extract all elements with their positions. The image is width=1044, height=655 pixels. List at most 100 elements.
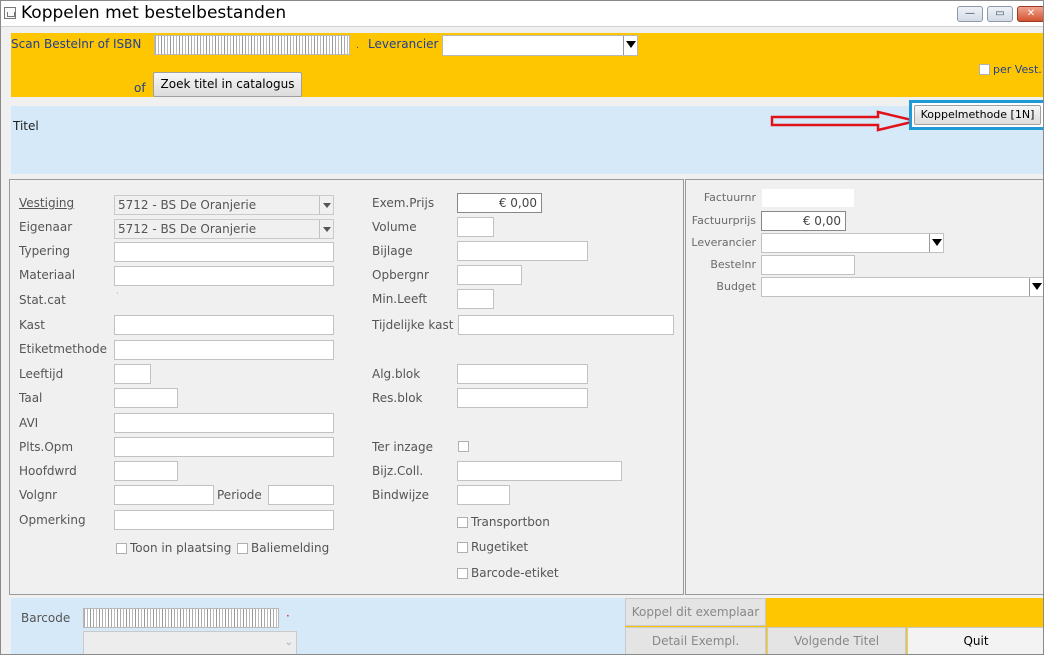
periode-label: Periode	[217, 488, 262, 502]
toon-label: Toon in plaatsing	[130, 541, 232, 555]
barcode-etiket-checkbox[interactable]	[457, 568, 468, 579]
statcat-dot: ·	[116, 289, 119, 299]
eigenaar-select[interactable]: 5712 - BS De Oranjerie	[114, 219, 334, 239]
rugetiket-label: Rugetiket	[471, 540, 529, 554]
leverancier-select[interactable]	[442, 35, 638, 56]
avi-label: AVI	[19, 416, 39, 430]
barcode-label: Barcode	[21, 611, 71, 625]
dot-marker: .	[356, 41, 359, 51]
budget-dropdown[interactable]	[761, 277, 1043, 297]
chevron-down-icon[interactable]	[623, 36, 637, 55]
window-title: Koppelen met bestelbestanden	[21, 3, 287, 23]
of-label: of	[134, 81, 146, 95]
factuurnr-label: Factuurnr	[703, 191, 756, 204]
bijlage-input[interactable]	[457, 241, 588, 261]
minimize-icon[interactable]: —	[957, 6, 983, 22]
tijdelijke-kast-input[interactable]	[458, 315, 674, 335]
algblok-input[interactable]	[457, 364, 588, 384]
minleeft-label: Min.Leeft	[372, 292, 428, 306]
vestiging-select[interactable]: 5712 - BS De Oranjerie	[114, 195, 334, 215]
terinzage-checkbox[interactable]	[458, 441, 469, 452]
opbergnr-input[interactable]	[457, 265, 522, 285]
volgnr-label: Volgnr	[19, 488, 58, 502]
minleeft-input[interactable]	[457, 289, 494, 309]
per-vest-checkbox[interactable]	[979, 64, 990, 75]
baliemelding-label: Baliemelding	[251, 541, 330, 555]
exemplaar-panel: Vestiging 5712 - BS De Oranjerie Eigenaa…	[9, 179, 684, 595]
eigenaar-value: 5712 - BS De Oranjerie	[118, 222, 257, 236]
opbergnr-label: Opbergnr	[372, 268, 429, 282]
taal-input[interactable]	[114, 388, 178, 408]
factuur-panel: Factuurnr Factuurprijs € 0,00 Leverancie…	[685, 179, 1043, 595]
rugetiket-checkbox[interactable]	[457, 542, 468, 553]
volume-input[interactable]	[457, 217, 494, 237]
maximize-icon[interactable]: ▭	[987, 6, 1013, 22]
tijdelijke-kast-label: Tijdelijke kast	[372, 318, 454, 332]
resblok-input[interactable]	[457, 388, 588, 408]
periode-input[interactable]	[268, 485, 334, 505]
vestiging-label: Vestiging	[19, 196, 75, 210]
leeftijd-label: Leeftijd	[19, 367, 64, 381]
koppelmethode-button[interactable]: Koppelmethode [1N]	[914, 105, 1041, 125]
taal-label: Taal	[19, 391, 43, 405]
bijlage-label: Bijlage	[372, 244, 413, 258]
chevron-down-icon[interactable]: ⌄	[285, 637, 293, 648]
materiaal-input[interactable]	[114, 266, 334, 286]
exemprijs-input[interactable]: € 0,00	[457, 193, 542, 213]
typering-label: Typering	[19, 244, 71, 258]
quit-button[interactable]: Quit	[907, 627, 1043, 654]
koppel-exemplaar-button[interactable]: Koppel dit exemplaar	[625, 598, 766, 626]
baliemelding-checkbox[interactable]	[237, 543, 248, 554]
algblok-label: Alg.blok	[372, 367, 421, 381]
volgende-titel-button[interactable]: Volgende Titel	[767, 627, 906, 654]
action-bar: Koppel dit exemplaar Detail Exempl. Volg…	[625, 598, 1043, 654]
chevron-down-icon[interactable]	[1029, 278, 1043, 296]
exemprijs-label: Exem.Prijs	[372, 196, 435, 210]
toon-checkbox[interactable]	[116, 543, 127, 554]
etiketmethode-label: Etiketmethode	[19, 342, 107, 356]
hoofdwrd-label: Hoofdwrd	[19, 464, 77, 478]
chevron-down-icon[interactable]	[319, 196, 333, 214]
leeftijd-input[interactable]	[114, 364, 151, 384]
factuurprijs-input[interactable]: € 0,00	[761, 211, 846, 231]
leverancier-label: Leverancier	[691, 236, 756, 249]
opmerking-input[interactable]	[114, 510, 334, 530]
kast-label: Kast	[19, 318, 45, 332]
barcode-band: Barcode · ⌄	[11, 598, 625, 654]
titel-label: Titel	[13, 119, 39, 133]
volgnr-input[interactable]	[114, 485, 214, 505]
bijzcoll-label: Bijz.Coll.	[372, 464, 424, 478]
typering-input[interactable]	[114, 242, 334, 262]
etiketmethode-input[interactable]	[114, 340, 334, 360]
leverancier-label: Leverancier	[368, 37, 439, 51]
close-icon[interactable]: ✕	[1017, 6, 1043, 22]
materiaal-label: Materiaal	[19, 268, 76, 282]
leverancier-dropdown[interactable]	[761, 233, 944, 253]
avi-input[interactable]	[114, 413, 334, 433]
zoek-titel-button[interactable]: Zoek titel in catalogus	[153, 72, 302, 97]
scan-label: Scan Bestelnr of ISBN	[11, 37, 142, 51]
volume-label: Volume	[372, 220, 417, 234]
opmerking-label: Opmerking	[19, 513, 86, 527]
pltsopm-input[interactable]	[114, 437, 334, 457]
terinzage-label: Ter inzage	[372, 440, 434, 454]
factuurprijs-label: Factuurprijs	[691, 214, 756, 227]
factuurnr-input[interactable]	[761, 188, 855, 208]
bindwijze-input[interactable]	[457, 485, 510, 505]
transportbon-checkbox[interactable]	[457, 517, 468, 528]
kast-input[interactable]	[114, 315, 334, 335]
scan-input[interactable]	[154, 35, 350, 55]
transportbon-label: Transportbon	[471, 515, 550, 529]
barcode-select[interactable]: ⌄	[83, 631, 297, 654]
hoofdwrd-input[interactable]	[114, 461, 178, 481]
bestelnr-input[interactable]	[761, 255, 855, 275]
koppelmethode-highlight: Koppelmethode [1N]	[909, 100, 1043, 130]
detail-exempl-button[interactable]: Detail Exempl.	[625, 627, 766, 654]
barcode-input[interactable]	[83, 608, 279, 628]
bijzcoll-input[interactable]	[457, 461, 622, 481]
pltsopm-label: Plts.Opm	[19, 440, 74, 454]
chevron-down-icon[interactable]	[929, 234, 943, 252]
bindwijze-label: Bindwijze	[372, 488, 429, 502]
chevron-down-icon[interactable]	[319, 220, 333, 238]
required-marker: ·	[286, 609, 290, 623]
